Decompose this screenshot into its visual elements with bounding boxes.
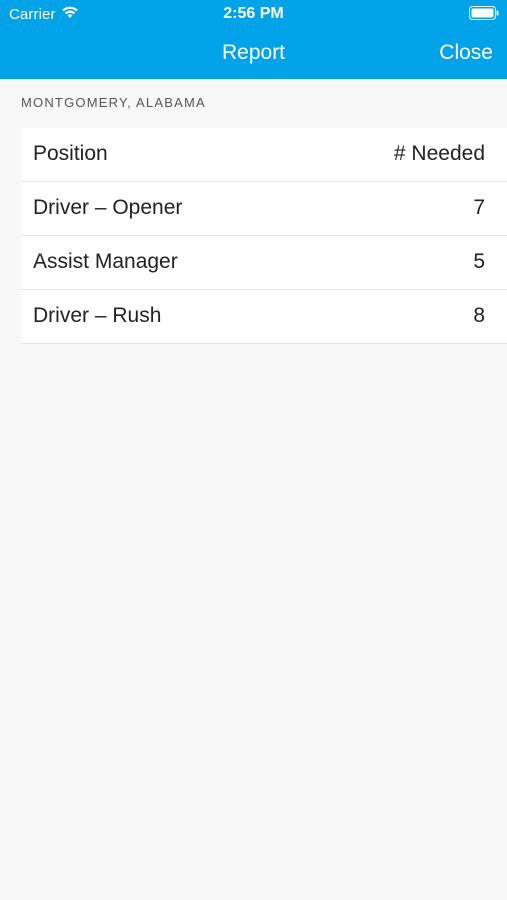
table-header-row: Position # Needed (21, 128, 507, 182)
position-cell: Driver – Opener (33, 196, 183, 219)
section-header: MONTGOMERY, ALABAMA (21, 95, 206, 110)
top-bar: Carrier 2:56 PM Report Close (0, 0, 507, 79)
close-button[interactable]: Close (439, 41, 493, 65)
needed-cell: 8 (473, 304, 485, 327)
needed-cell: 7 (473, 196, 485, 219)
report-table: Position # Needed Driver – Opener 7 Assi… (21, 128, 507, 344)
table-row: Assist Manager 5 (21, 236, 507, 290)
position-cell: Assist Manager (33, 250, 178, 273)
column-header-position: Position (33, 142, 108, 165)
needed-cell: 5 (473, 250, 485, 273)
page-title: Report (221, 41, 286, 64)
column-header-needed: # Needed (393, 142, 485, 165)
status-bar: Carrier 2:56 PM (0, 0, 507, 28)
table-row: Driver – Opener 7 (21, 182, 507, 236)
status-time: 2:56 PM (223, 5, 284, 22)
battery-icon (469, 6, 499, 20)
position-cell: Driver – Rush (33, 304, 162, 327)
table-row: Driver – Rush 8 (21, 290, 507, 344)
